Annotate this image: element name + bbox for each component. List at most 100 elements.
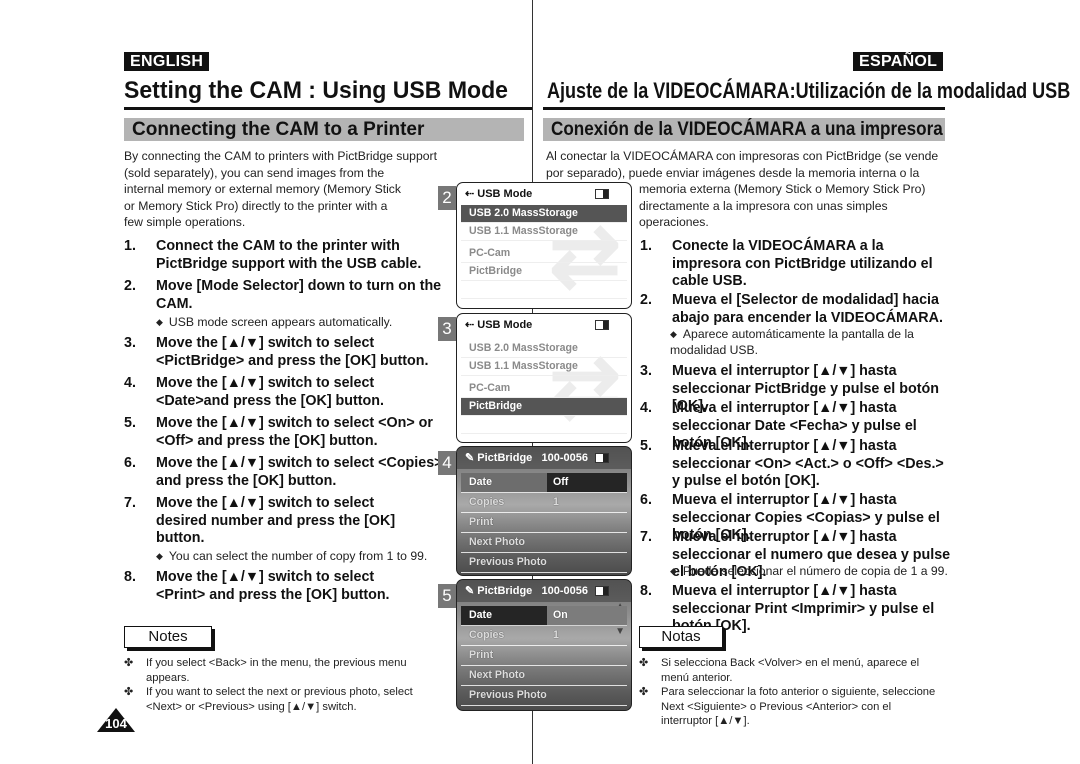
intro-en-line: internal memory or external memory (Memo… bbox=[124, 182, 401, 196]
intro-es-line: directamente a la impresora con unas sim… bbox=[639, 198, 888, 213]
usb-icon: ⇠ bbox=[465, 319, 475, 331]
row-previous-photo[interactable]: Previous Photo bbox=[461, 553, 627, 573]
row-date[interactable]: Date On bbox=[461, 606, 627, 626]
note-es-1: ✤ Si selecciona Back <Volver> en el menú,… bbox=[639, 656, 939, 685]
row-next-photo[interactable]: Next Photo bbox=[461, 666, 627, 686]
page-title-en: Setting the CAM : Using USB Mode bbox=[124, 77, 508, 104]
intro-es-line: memoria externa (Memory Stick o Memory S… bbox=[639, 182, 926, 196]
intro-en-line: or Memory Stick Pro) directly to the pri… bbox=[124, 198, 388, 213]
screen-number: 5 bbox=[438, 584, 456, 608]
row-copies[interactable]: Copies 1 bbox=[461, 626, 627, 646]
row-print[interactable]: Print bbox=[461, 646, 627, 666]
title-rule-en bbox=[124, 107, 532, 110]
menu-item-empty bbox=[461, 416, 627, 434]
row-previous-photo[interactable]: Previous Photo bbox=[461, 686, 627, 706]
step-en-5: 5. Move the [▲/▼] switch to select <On> o… bbox=[124, 415, 444, 450]
step-text: Connect the CAM to the printer with Pict… bbox=[156, 238, 422, 272]
menu-item-usb11[interactable]: USB 1.1 MassStorage bbox=[461, 223, 627, 241]
step-number: 2. bbox=[124, 278, 136, 294]
battery-icon bbox=[595, 453, 609, 463]
clover-icon: ✤ bbox=[124, 657, 134, 669]
section-title-en: Connecting the CAM to a Printer bbox=[124, 118, 524, 141]
row-copies[interactable]: Copies 1 bbox=[461, 493, 627, 513]
printer-icon: ✎ bbox=[465, 585, 475, 597]
row-value: 1 bbox=[553, 496, 559, 508]
notes-label-es: Notas bbox=[639, 626, 723, 648]
intro-en-line: few simple operations. bbox=[124, 215, 246, 229]
battery-icon bbox=[595, 586, 609, 596]
step-number: 3. bbox=[124, 335, 136, 351]
row-label: Previous Photo bbox=[469, 556, 547, 568]
clover-icon: ✤ bbox=[639, 657, 649, 669]
menu-item-usb20[interactable]: USB 2.0 MassStorage bbox=[461, 205, 627, 223]
arrow-down-icon[interactable]: ▼ bbox=[615, 626, 625, 637]
menu-item-usb11[interactable]: USB 1.1 MassStorage bbox=[461, 358, 627, 376]
row-label: Copies bbox=[469, 629, 505, 641]
step-text: Move the [▲/▼] switch to select <Copies>… bbox=[156, 455, 443, 489]
intro-es: Al conectar la VIDEOCÁMARA con impresora… bbox=[546, 148, 946, 181]
menu-item-empty bbox=[461, 434, 627, 442]
step-text: Move the [▲/▼] switch to select desired … bbox=[156, 495, 396, 546]
usb-icon: ⇠ bbox=[465, 188, 475, 200]
bullet-text: Aparece automáticamente la pantalla de l… bbox=[670, 327, 914, 357]
page-title-es: Ajuste de la VIDEOCÁMARA:Utilización de … bbox=[547, 78, 1071, 103]
step-text: Mueva el [Selector de modalidad] hacia a… bbox=[672, 292, 943, 326]
screen-pictbridge-1: ✎ PictBridge 100-0056 Date Off Copies 1 Pr… bbox=[456, 446, 632, 576]
intro-es-cont: memoria externa (Memory Stick o Memory S… bbox=[639, 181, 939, 231]
menu-item-pictbridge[interactable]: PictBridge bbox=[461, 398, 627, 416]
step-en-1: 1. Connect the CAM to the printer with Pi… bbox=[124, 238, 444, 273]
screen-header: ✎ PictBridge 100-0056 bbox=[457, 580, 631, 602]
step-text: Move the [▲/▼] switch to select <On> or … bbox=[156, 415, 433, 449]
printer-icon: ✎ bbox=[465, 452, 475, 464]
row-label: Date bbox=[469, 476, 492, 488]
row-next-photo[interactable]: Next Photo bbox=[461, 533, 627, 553]
row-print[interactable]: Print bbox=[461, 513, 627, 533]
intro-es-line: operaciones. bbox=[639, 215, 709, 229]
note-es-2: ✤ Para seleccionar la foto anterior o sig… bbox=[639, 685, 939, 729]
menu-item-pccam[interactable]: PC-Cam bbox=[461, 245, 627, 263]
step-number: 5. bbox=[640, 438, 652, 454]
step-en-3: 3. Move the [▲/▼] switch to select <PictB… bbox=[124, 335, 444, 370]
step-en-2: 2. Move [Mode Selector] down to turn on t… bbox=[124, 278, 444, 313]
screen-number: 4 bbox=[438, 451, 456, 475]
row-value: On bbox=[547, 606, 627, 625]
clover-icon: ✤ bbox=[639, 686, 649, 698]
step-number: 1. bbox=[640, 238, 652, 254]
row-label: Print bbox=[469, 649, 494, 661]
step-number: 8. bbox=[640, 583, 652, 599]
screen-title: PictBridge bbox=[477, 452, 533, 464]
step-en-7-bullet: ◆ You can select the number of copy from … bbox=[156, 548, 427, 564]
intro-es-line: Al conectar la VIDEOCÁMARA con impresora… bbox=[546, 149, 939, 163]
note-text: If you select <Back> in the menu, the pr… bbox=[146, 657, 407, 684]
screen-pictbridge-2: ✎ PictBridge 100-0056 ▲ DateOn Copies1 P… bbox=[456, 579, 632, 711]
bullet-text: Puede seleccionar el número de copia de … bbox=[682, 564, 948, 578]
notes-label-en: Notes bbox=[124, 626, 212, 648]
step-en-2-bullet: ◆ USB mode screen appears automatically. bbox=[156, 314, 392, 330]
page-number: 104 bbox=[105, 716, 127, 731]
step-text: Move [Mode Selector] down to turn on the… bbox=[156, 278, 442, 312]
bullet-text: USB mode screen appears automatically. bbox=[168, 315, 393, 329]
step-es-5: 5. Mueva el interruptor [▲/▼] hasta selec… bbox=[640, 438, 952, 491]
step-number: 7. bbox=[640, 529, 652, 545]
diamond-icon: ◆ bbox=[156, 551, 163, 561]
menu-item-pictbridge[interactable]: PictBridge bbox=[461, 263, 627, 281]
step-text: Conecte la VIDEOCÁMARA a la impresora co… bbox=[672, 238, 933, 289]
step-es-7-bullet: ◆ Puede seleccionar el número de copia de… bbox=[670, 563, 948, 579]
menu-item-usb20[interactable]: USB 2.0 MassStorage bbox=[461, 340, 627, 358]
spanish-label: ESPAÑOL bbox=[853, 52, 944, 71]
section-title-es-text: Conexión de la VIDEOCÁMARA a una impreso… bbox=[551, 119, 943, 140]
screen-usb-mode-1: ⇄ ⇠ USB Mode USB 2.0 MassStorage USB 1.1… bbox=[456, 182, 632, 309]
intro-es-line: por separado), puede enviar imágenes des… bbox=[546, 165, 920, 180]
row-label: Next Photo bbox=[469, 669, 525, 681]
row-date[interactable]: Date Off bbox=[461, 473, 627, 493]
menu-item-empty bbox=[461, 281, 627, 299]
step-number: 1. bbox=[124, 238, 136, 254]
screen-usb-mode-2: ⇄ ⇠ USB Mode USB 2.0 MassStorage USB 1.1… bbox=[456, 313, 632, 443]
menu-item-empty bbox=[461, 299, 627, 308]
step-text: Move the [▲/▼] switch to select <PictBri… bbox=[156, 335, 429, 369]
menu-item-pccam[interactable]: PC-Cam bbox=[461, 380, 627, 398]
file-number: 100-0056 bbox=[541, 585, 588, 597]
diamond-icon: ◆ bbox=[670, 566, 677, 576]
file-number: 100-0056 bbox=[541, 452, 588, 464]
screen-title: USB Mode bbox=[477, 319, 533, 331]
